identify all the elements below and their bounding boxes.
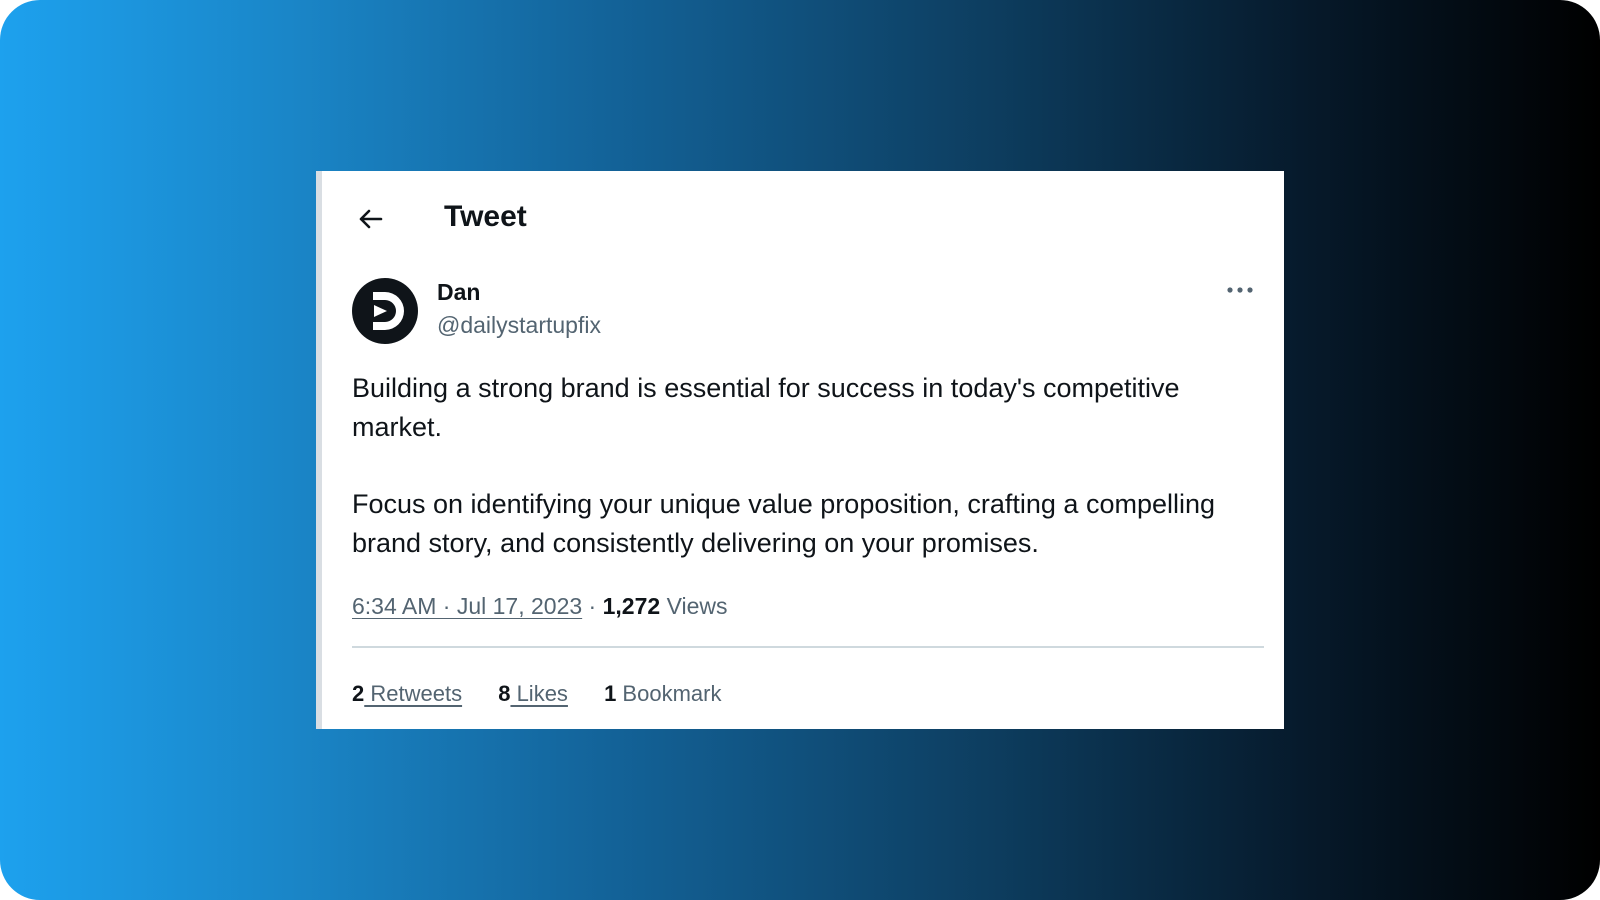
retweets-label: Retweets (364, 681, 463, 706)
engagement-stats: 2 Retweets 8 Likes 1 Bookmark (352, 681, 751, 707)
retweets-count: 2 (352, 681, 365, 706)
play-logo-avatar-icon (352, 278, 418, 344)
bookmarks-link[interactable]: 1 Bookmark (604, 681, 721, 707)
timestamp-link[interactable]: 6:34 AM · Jul 17, 2023 (352, 593, 582, 619)
meta-separator: · (588, 593, 597, 619)
page-title: Tweet (444, 200, 527, 233)
back-button[interactable] (352, 201, 388, 237)
author-handle[interactable]: @dailystartupfix (437, 312, 601, 339)
retweets-link[interactable]: 2 Retweets (352, 681, 462, 707)
tweet-text: Building a strong brand is essential for… (352, 369, 1267, 563)
more-horizontal-icon (1227, 287, 1253, 293)
bookmarks-label: Bookmark (616, 681, 722, 706)
views-label: Views (666, 593, 728, 619)
tweet-paragraph: Building a strong brand is essential for… (352, 373, 1180, 442)
bookmarks-count: 1 (604, 681, 617, 706)
views-count: 1,272 (602, 593, 661, 619)
tweet-paragraph: Focus on identifying your unique value p… (352, 489, 1216, 558)
likes-link[interactable]: 8 Likes (498, 681, 568, 707)
tweet-card: Tweet Dan @dailystartupfix Building a st… (316, 171, 1284, 729)
more-options-button[interactable] (1223, 277, 1257, 303)
tweet-meta: 6:34 AM · Jul 17, 2023 · 1,272 Views (352, 593, 728, 620)
gradient-background: Tweet Dan @dailystartupfix Building a st… (0, 0, 1600, 900)
arrow-left-icon (359, 209, 383, 229)
divider (352, 646, 1264, 648)
likes-count: 8 (498, 681, 511, 706)
likes-label: Likes (510, 681, 568, 706)
author-name[interactable]: Dan (437, 279, 480, 306)
avatar[interactable] (352, 278, 418, 344)
